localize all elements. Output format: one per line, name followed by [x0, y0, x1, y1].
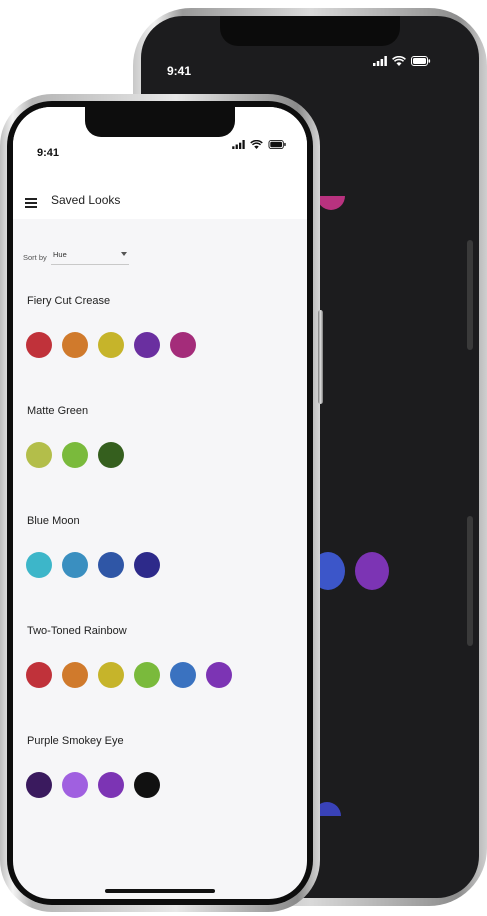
- back-phone-bottom-button: [467, 516, 473, 646]
- saved-look-item[interactable]: Purple Smokey Eye: [13, 735, 307, 815]
- look-name: Fiery Cut Crease: [27, 295, 111, 307]
- color-swatch[interactable]: [134, 772, 160, 798]
- color-swatch[interactable]: [26, 442, 52, 468]
- color-swatch-row: [26, 772, 160, 798]
- color-swatch-row: [26, 552, 160, 578]
- back-status-time: 9:41: [167, 64, 192, 78]
- color-swatch[interactable]: [62, 772, 88, 798]
- color-swatch-row: [26, 442, 124, 468]
- color-swatch[interactable]: [98, 552, 124, 578]
- color-swatch[interactable]: [62, 332, 88, 358]
- front-phone-volume-button: [318, 310, 323, 404]
- sort-label: Sort by: [23, 253, 47, 262]
- battery-icon: [411, 56, 431, 66]
- saved-look-item[interactable]: Blue Moon: [13, 515, 307, 595]
- color-swatch[interactable]: [26, 552, 52, 578]
- cellular-signal-icon: [373, 56, 387, 66]
- page-title: Saved Looks: [51, 193, 121, 207]
- color-swatch[interactable]: [26, 772, 52, 798]
- look-name: Two-Toned Rainbow: [27, 625, 127, 637]
- color-swatch[interactable]: [98, 662, 124, 688]
- color-swatch-row: [26, 332, 196, 358]
- color-swatch[interactable]: [134, 332, 160, 358]
- color-swatch[interactable]: [134, 662, 160, 688]
- back-color-dot: [355, 552, 389, 590]
- back-phone-notch: [220, 16, 400, 46]
- saved-look-item[interactable]: Fiery Cut Crease: [13, 295, 307, 375]
- color-swatch[interactable]: [98, 442, 124, 468]
- color-swatch[interactable]: [134, 552, 160, 578]
- look-name: Blue Moon: [27, 515, 80, 527]
- sort-dropdown[interactable]: Hue: [51, 246, 129, 265]
- color-swatch-row: [26, 662, 232, 688]
- status-icons: [232, 140, 287, 149]
- color-swatch[interactable]: [98, 772, 124, 798]
- color-swatch[interactable]: [206, 662, 232, 688]
- status-time: 9:41: [37, 147, 60, 159]
- back-color-dot: [317, 196, 345, 210]
- chevron-down-icon: [121, 252, 127, 256]
- front-phone-notch: [85, 107, 235, 137]
- sort-value: Hue: [53, 250, 67, 259]
- color-swatch[interactable]: [170, 332, 196, 358]
- wifi-icon: [250, 140, 263, 149]
- color-swatch[interactable]: [26, 332, 52, 358]
- front-phone-mockup: 9:41 Saved Looks Sort by Hue Fiery Cut C…: [0, 94, 323, 912]
- color-swatch[interactable]: [62, 662, 88, 688]
- color-swatch[interactable]: [62, 442, 88, 468]
- cellular-signal-icon: [232, 140, 245, 149]
- look-name: Purple Smokey Eye: [27, 735, 124, 747]
- hamburger-menu-icon[interactable]: [25, 198, 37, 208]
- look-name: Matte Green: [27, 405, 89, 417]
- back-phone-power-button: [467, 240, 473, 350]
- saved-look-item[interactable]: Matte Green: [13, 405, 307, 485]
- saved-look-item[interactable]: Two-Toned Rainbow: [13, 625, 307, 705]
- color-swatch[interactable]: [98, 332, 124, 358]
- front-phone-screen: 9:41 Saved Looks Sort by Hue Fiery Cut C…: [13, 107, 307, 899]
- wifi-icon: [392, 56, 406, 66]
- battery-icon: [268, 140, 286, 149]
- back-status-icons: [373, 56, 431, 66]
- color-swatch[interactable]: [62, 552, 88, 578]
- color-swatch[interactable]: [170, 662, 196, 688]
- color-swatch[interactable]: [26, 662, 52, 688]
- home-indicator: [105, 889, 215, 893]
